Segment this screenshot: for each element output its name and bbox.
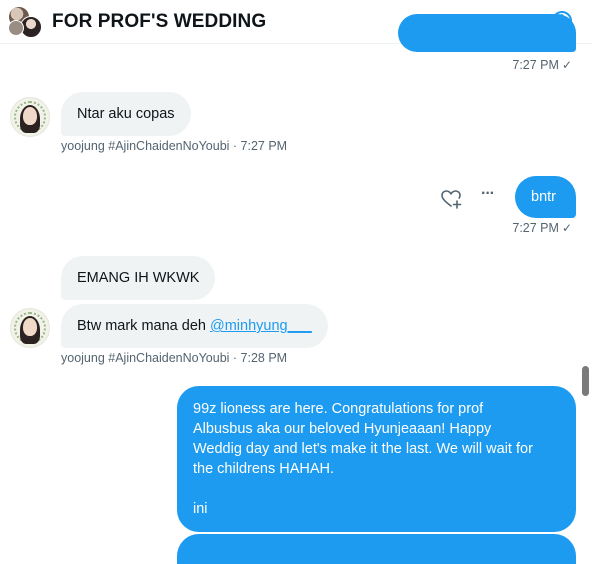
avatar[interactable] <box>10 97 50 137</box>
group-avatar[interactable] <box>8 6 42 38</box>
check-icon: ✓ <box>561 221 572 235</box>
avatar[interactable] <box>10 308 50 348</box>
message-meta: yoojung #AjinChaidenNoYoubi · 7:28 PM <box>61 351 288 365</box>
message-text: the childrens HAHAH. <box>193 461 335 477</box>
outgoing-message-bubble[interactable] <box>177 534 576 564</box>
heart-add-icon[interactable] <box>440 188 462 210</box>
message-meta: yoojung #AjinChaidenNoYoubi · 7:27 PM <box>61 139 288 153</box>
message-text: Ntar aku copas <box>77 106 175 122</box>
message-text: bntr <box>531 189 556 205</box>
incoming-message-bubble[interactable]: Btw mark mana deh @minhyung___ <box>61 304 328 348</box>
outgoing-message-bubble[interactable]: bntr <box>515 176 576 218</box>
more-icon[interactable]: ··· <box>481 185 495 203</box>
message-timestamp: 7:27 PM ✓ <box>512 58 572 72</box>
mention-link[interactable]: @minhyung___ <box>210 318 312 334</box>
incoming-message-bubble[interactable]: Ntar aku copas <box>61 92 191 136</box>
outgoing-message-bubble[interactable]: 99z lioness are here. Congratulations fo… <box>177 386 576 532</box>
message-text: Btw mark mana deh <box>77 318 210 334</box>
member-avatar <box>8 20 24 36</box>
conversation-title[interactable]: FOR PROF'S WEDDING <box>52 11 266 33</box>
check-icon: ✓ <box>561 58 572 72</box>
incoming-message-bubble[interactable]: EMANG IH WKWK <box>61 256 216 300</box>
message-text: Weddig day and let's make it the last. W… <box>193 441 533 457</box>
outgoing-message-bubble[interactable] <box>398 14 576 52</box>
message-text: 99z lioness are here. Congratulations fo… <box>193 401 484 417</box>
message-timestamp: 7:27 PM ✓ <box>512 221 572 235</box>
message-text: ini <box>193 501 208 517</box>
message-list: 7:27 PM ✓ Ntar aku copas yoojung #AjinCha… <box>0 14 592 564</box>
message-text: EMANG IH WKWK <box>77 270 200 286</box>
message-text: Albusbus aka our beloved Hyunjeaaan! Hap… <box>193 421 492 437</box>
scrollbar[interactable] <box>582 366 589 396</box>
